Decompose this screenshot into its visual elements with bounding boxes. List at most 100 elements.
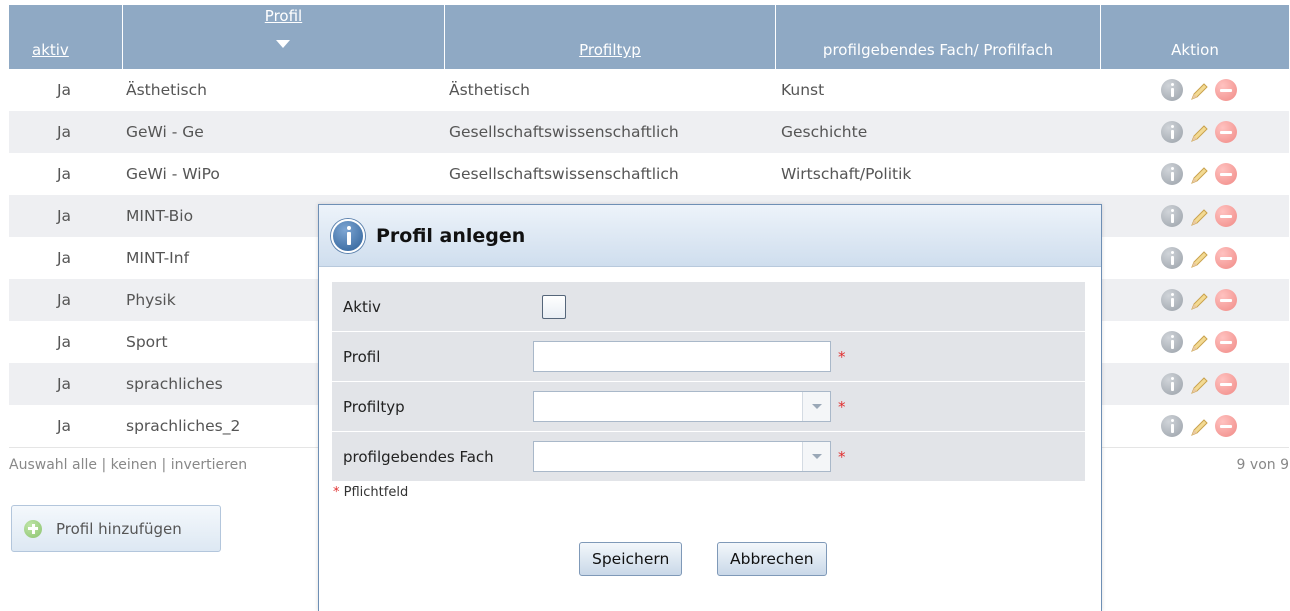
cell-aktion	[1101, 237, 1289, 279]
edit-pencil-icon[interactable]	[1187, 246, 1211, 270]
info-icon[interactable]	[1161, 289, 1183, 311]
cell-aktion	[1101, 405, 1289, 447]
info-icon[interactable]	[1161, 247, 1183, 269]
edit-pencil-icon[interactable]	[1187, 162, 1211, 186]
required-marker: *	[838, 397, 846, 416]
dropdown-arrow-icon[interactable]	[802, 392, 830, 421]
column-header-aktiv[interactable]: aktiv	[9, 5, 123, 69]
cell-profiltyp: Gesellschaftswissenschaftlich	[449, 165, 679, 183]
cell-aktion	[1101, 363, 1289, 405]
info-icon[interactable]	[1161, 331, 1183, 353]
cell-aktiv: Ja	[56, 123, 72, 141]
delete-icon[interactable]	[1215, 373, 1237, 395]
selection-label: Auswahl	[9, 457, 68, 473]
table-row[interactable]: Ja GeWi - WiPo Gesellschaftswissenschaftli…	[9, 153, 1289, 195]
dialog-header[interactable]: Profil anlegen	[319, 205, 1101, 267]
profile-form: Aktiv Profil * Profiltyp * profilgebende…	[332, 282, 1085, 482]
cell-aktion	[1101, 321, 1289, 363]
delete-icon[interactable]	[1215, 163, 1237, 185]
delete-icon[interactable]	[1215, 121, 1237, 143]
info-icon[interactable]	[1161, 79, 1183, 101]
profiltyp-label: Profiltyp	[343, 397, 405, 416]
form-row-fach: profilgebendes Fach *	[332, 432, 1085, 482]
profil-label: Profil	[343, 347, 381, 366]
delete-icon[interactable]	[1215, 205, 1237, 227]
cancel-button[interactable]: Abbrechen	[717, 542, 827, 576]
info-icon[interactable]	[1161, 373, 1183, 395]
cell-profil: GeWi - WiPo	[126, 165, 220, 183]
aktiv-label: Aktiv	[343, 297, 381, 316]
cell-fach: Geschichte	[781, 123, 868, 141]
select-all-link[interactable]: alle	[72, 457, 97, 473]
edit-pencil-icon[interactable]	[1187, 288, 1211, 312]
delete-icon[interactable]	[1215, 415, 1237, 437]
fach-select[interactable]	[533, 441, 831, 472]
cell-fach: Wirtschaft/Politik	[781, 165, 912, 183]
cell-aktion	[1101, 111, 1289, 153]
delete-icon[interactable]	[1215, 289, 1237, 311]
cell-aktion	[1101, 279, 1289, 321]
edit-pencil-icon[interactable]	[1187, 330, 1211, 354]
column-header-aktion: Aktion	[1101, 5, 1289, 69]
required-note-text: Pflichtfeld	[343, 485, 409, 500]
delete-icon[interactable]	[1215, 331, 1237, 353]
column-header-aktiv-label[interactable]: aktiv	[32, 41, 122, 59]
column-header-aktion-label: Aktion	[1171, 41, 1219, 59]
add-profile-button[interactable]: Profil hinzufügen	[11, 505, 221, 552]
record-count: 9 von 9	[1236, 457, 1289, 473]
cell-aktiv: Ja	[56, 207, 72, 225]
table-header: aktiv Profil Profiltyp profilgebendes Fa…	[9, 5, 1289, 69]
sort-descending-icon	[275, 40, 290, 48]
cell-aktiv: Ja	[56, 333, 72, 351]
cell-aktiv: Ja	[56, 291, 72, 309]
column-header-fach-label: profilgebendes Fach/ Profilfach	[822, 41, 1054, 59]
table-row[interactable]: Ja GeWi - Ge Gesellschaftswissenschaftlich…	[9, 111, 1289, 153]
edit-pencil-icon[interactable]	[1187, 372, 1211, 396]
edit-pencil-icon[interactable]	[1187, 78, 1211, 102]
dropdown-arrow-icon[interactable]	[802, 442, 830, 471]
column-header-profil-label[interactable]: Profil	[123, 7, 444, 25]
cell-aktiv: Ja	[56, 249, 72, 267]
delete-icon[interactable]	[1215, 247, 1237, 269]
edit-pencil-icon[interactable]	[1187, 120, 1211, 144]
required-marker: *	[838, 347, 846, 366]
aktiv-checkbox[interactable]	[542, 294, 566, 319]
plus-icon	[24, 519, 42, 538]
info-icon[interactable]	[1161, 205, 1183, 227]
info-icon[interactable]	[1161, 121, 1183, 143]
cell-aktion	[1101, 153, 1289, 195]
save-button[interactable]: Speichern	[579, 542, 683, 576]
required-marker: *	[838, 447, 846, 466]
separator: |	[101, 457, 107, 473]
info-icon[interactable]	[1161, 163, 1183, 185]
cell-profil: GeWi - Ge	[126, 123, 204, 141]
separator: |	[161, 457, 167, 473]
cell-aktiv: Ja	[56, 417, 72, 435]
edit-pencil-icon[interactable]	[1187, 414, 1211, 438]
info-icon	[331, 218, 365, 253]
cell-fach: Kunst	[781, 81, 825, 99]
column-header-profil[interactable]: Profil	[123, 5, 445, 69]
cell-aktiv: Ja	[56, 81, 72, 99]
column-header-profiltyp[interactable]: Profiltyp	[445, 5, 776, 69]
form-row-profiltyp: Profiltyp *	[332, 382, 1085, 432]
invert-selection-link[interactable]: invertieren	[171, 457, 247, 473]
select-none-link[interactable]: keinen	[111, 457, 157, 473]
profiltyp-select[interactable]	[533, 391, 831, 422]
cell-profiltyp: Gesellschaftswissenschaftlich	[449, 123, 679, 141]
required-note-star: *	[333, 485, 340, 500]
delete-icon[interactable]	[1215, 79, 1237, 101]
add-profile-label: Profil hinzufügen	[56, 519, 182, 538]
cell-aktiv: Ja	[56, 375, 72, 393]
form-row-aktiv: Aktiv	[332, 282, 1085, 332]
cell-profiltyp: Ästhetisch	[449, 81, 530, 99]
cell-profil: Ästhetisch	[126, 81, 207, 99]
info-icon[interactable]	[1161, 415, 1183, 437]
table-row[interactable]: Ja Ästhetisch Ästhetisch Kunst	[9, 69, 1289, 111]
edit-pencil-icon[interactable]	[1187, 204, 1211, 228]
create-profile-dialog: Profil anlegen Aktiv Profil * Profiltyp …	[318, 204, 1102, 611]
profil-input[interactable]	[533, 341, 831, 372]
cell-aktion	[1101, 195, 1289, 237]
cell-aktion	[1101, 69, 1289, 111]
column-header-profiltyp-label[interactable]: Profiltyp	[445, 41, 775, 59]
